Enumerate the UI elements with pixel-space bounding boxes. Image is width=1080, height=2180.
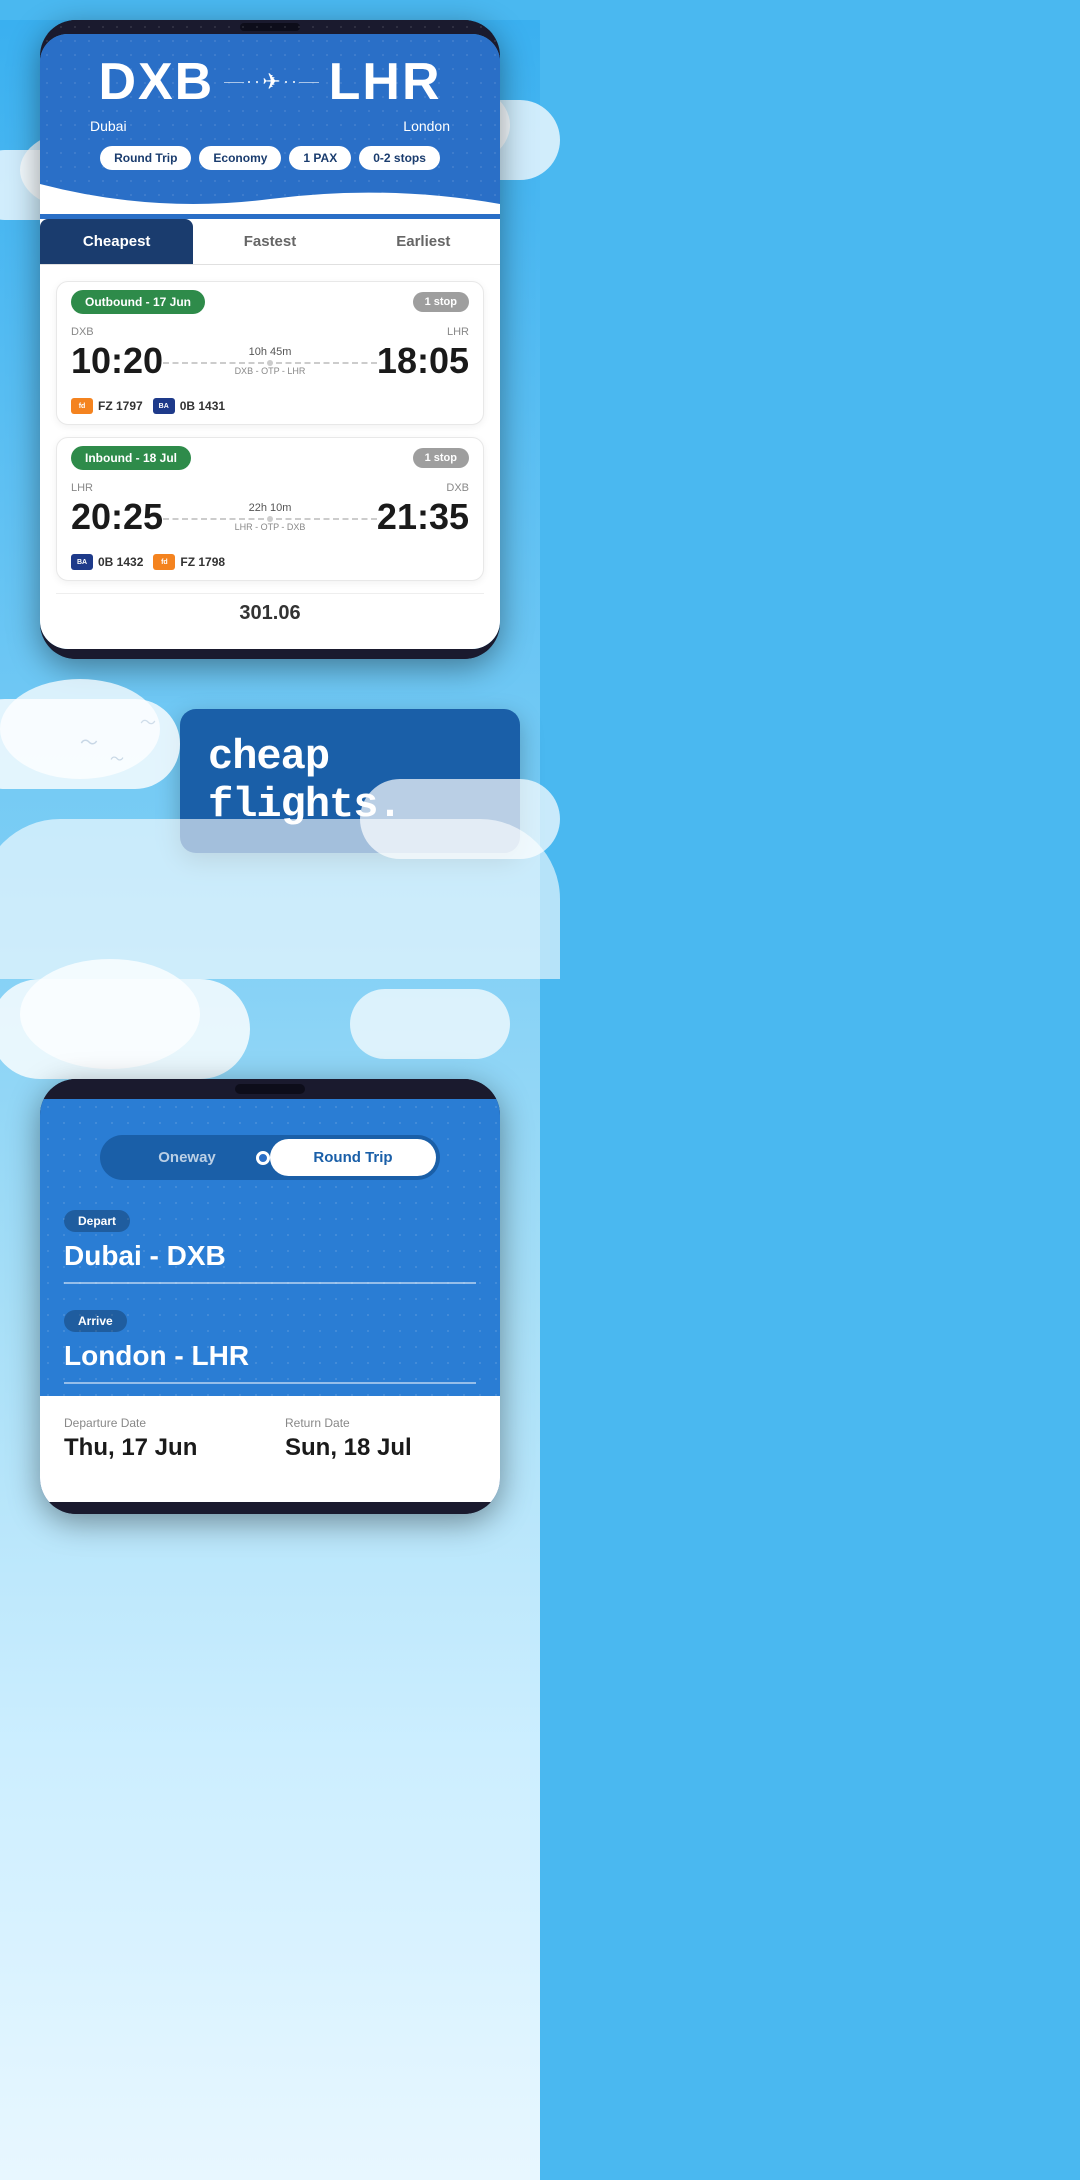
pax-pill[interactable]: 1 PAX — [289, 146, 351, 170]
outbound-flight-row: DXB LHR 10:20 10h 45m — [57, 322, 483, 392]
outbound-times: 10:20 10h 45m DXB - OTP - LHR 18: — [71, 340, 469, 382]
from-airport-code: DXB — [98, 52, 214, 112]
inbound-header: Inbound - 18 Jul 1 stop — [57, 438, 483, 478]
outbound-flight-1: FZ 1797 — [98, 399, 143, 413]
phone2-content: Oneway Round Trip Depart Dubai - DXB Arr… — [40, 1099, 500, 1502]
inbound-times: 20:25 22h 10m LHR - OTP - DXB 21: — [71, 496, 469, 538]
stops-pill[interactable]: 0-2 stops — [359, 146, 440, 170]
city-names-row: Dubai London — [60, 118, 480, 134]
dates-section: Departure Date Thu, 17 Jun Return Date S… — [40, 1396, 500, 1482]
toggle-oneway[interactable]: Oneway — [104, 1139, 270, 1176]
inbound-flight-2: FZ 1798 — [180, 555, 225, 569]
inbound-duration: 22h 10m — [163, 502, 377, 514]
tab-fastest[interactable]: Fastest — [193, 219, 346, 264]
inbound-from: LHR — [71, 482, 93, 494]
inbound-stops: 1 stop — [413, 448, 469, 468]
depart-label: Depart — [64, 1210, 130, 1232]
outbound-card: Outbound - 17 Jun 1 stop DXB LHR 10:20 1… — [56, 281, 484, 425]
arrive-section: Arrive London - LHR — [40, 1296, 500, 1396]
departure-date-label: Departure Date — [64, 1416, 255, 1430]
outbound-from: DXB — [71, 326, 94, 338]
arrive-city[interactable]: London - LHR — [64, 1340, 476, 1384]
outbound-airlines: fd FZ 1797 BA 0B 1431 — [57, 392, 483, 424]
outbound-airline-2: BA 0B 1431 — [153, 398, 225, 414]
price-value: 301.06 — [239, 602, 300, 624]
inbound-airline-2: fd FZ 1798 — [153, 554, 225, 570]
inbound-duration-block: 22h 10m LHR - OTP - DXB — [163, 502, 377, 532]
departure-date-col: Departure Date Thu, 17 Jun — [64, 1416, 255, 1462]
trip-type-pill[interactable]: Round Trip — [100, 146, 191, 170]
from-city: Dubai — [90, 118, 127, 134]
outbound-to: LHR — [447, 326, 469, 338]
inbound-arrive-time: 21:35 — [377, 496, 469, 538]
outbound-stops: 1 stop — [413, 292, 469, 312]
outbound-route-via: DXB - OTP - LHR — [163, 366, 377, 376]
arrive-label: Arrive — [64, 1310, 127, 1332]
outbound-depart-time: 10:20 — [71, 340, 163, 382]
outbound-header: Outbound - 17 Jun 1 stop — [57, 282, 483, 322]
cloud-sep-3 — [350, 989, 510, 1059]
phone1-header: DXB ✈ LHR Dubai London — [40, 34, 500, 184]
phone2-inner: Oneway Round Trip Depart Dubai - DXB Arr… — [40, 1099, 500, 1502]
blueair-logo-2: BA — [71, 554, 93, 570]
phone-frame-1: DXB ✈ LHR Dubai London — [40, 20, 500, 659]
phone2-bottom-edge — [40, 1502, 500, 1514]
inbound-route-via: LHR - OTP - DXB — [163, 522, 377, 532]
wave-svg — [40, 184, 500, 214]
phone1-inner: DXB ✈ LHR Dubai London — [40, 34, 500, 649]
inbound-to: DXB — [446, 482, 469, 494]
return-date-col: Return Date Sun, 18 Jul — [285, 1416, 476, 1462]
inbound-label: Inbound - 18 Jul — [71, 446, 191, 470]
inbound-flight-row: LHR DXB 20:25 22h 10m — [57, 478, 483, 548]
blueair-logo: BA — [153, 398, 175, 414]
flights-content: Outbound - 17 Jun 1 stop DXB LHR 10:20 1… — [40, 265, 500, 649]
phone-frame-2: Oneway Round Trip Depart Dubai - DXB Arr… — [40, 1079, 500, 1514]
bird-3: 〜 — [140, 709, 156, 733]
outbound-duration: 10h 45m — [163, 346, 377, 358]
bird-2: 〜 — [110, 749, 124, 769]
promo-area: 〜 〜 〜 cheap flights. — [0, 659, 540, 979]
inbound-flight-1: 0B 1432 — [98, 555, 143, 569]
outbound-airline-1: fd FZ 1797 — [71, 398, 143, 414]
plane-line: ✈ — [224, 69, 318, 95]
plane-icon: ✈ — [262, 69, 280, 95]
toggle-dot — [256, 1151, 270, 1165]
price-preview: 301.06 — [56, 593, 484, 633]
inbound-card: Inbound - 18 Jul 1 stop LHR DXB 20:25 22… — [56, 437, 484, 581]
toggle-roundtrip[interactable]: Round Trip — [270, 1139, 436, 1176]
trip-type-toggle: Oneway Round Trip — [100, 1135, 440, 1180]
inbound-airports: LHR DXB — [71, 482, 469, 494]
filter-pills: Round Trip Economy 1 PAX 0-2 stops — [60, 146, 480, 184]
return-date-value[interactable]: Sun, 18 Jul — [285, 1434, 476, 1462]
depart-section: Depart Dubai - DXB — [40, 1196, 500, 1296]
toggle-container: Oneway Round Trip — [40, 1099, 500, 1180]
tab-earliest[interactable]: Earliest — [347, 219, 500, 264]
flydubai-logo: fd — [71, 398, 93, 414]
inbound-airlines: BA 0B 1432 fd FZ 1798 — [57, 548, 483, 580]
outbound-label: Outbound - 17 Jun — [71, 290, 205, 314]
bottom-spacer — [0, 1514, 540, 1574]
cloud-bottom-large — [0, 819, 560, 979]
to-city: London — [403, 118, 450, 134]
departure-date-value[interactable]: Thu, 17 Jun — [64, 1434, 255, 1462]
inbound-depart-time: 20:25 — [71, 496, 163, 538]
phone2-bottom-padding — [40, 1482, 500, 1502]
outbound-arrive-time: 18:05 — [377, 340, 469, 382]
tab-bar: Cheapest Fastest Earliest — [40, 219, 500, 265]
inbound-airline-1: BA 0B 1432 — [71, 554, 143, 570]
depart-city[interactable]: Dubai - DXB — [64, 1240, 476, 1284]
sky-background: DXB ✈ LHR Dubai London — [0, 20, 540, 2180]
bird-1: 〜 — [80, 729, 98, 755]
outbound-airports: DXB LHR — [71, 326, 469, 338]
cloud-separator — [0, 979, 540, 1059]
route-row: DXB ✈ LHR — [60, 52, 480, 112]
to-airport-code: LHR — [329, 52, 442, 112]
cloud-sep-2 — [20, 959, 200, 1069]
flydubai-logo-2: fd — [153, 554, 175, 570]
return-date-label: Return Date — [285, 1416, 476, 1430]
cabin-pill[interactable]: Economy — [199, 146, 281, 170]
outbound-duration-block: 10h 45m DXB - OTP - LHR — [163, 346, 377, 376]
outbound-flight-2: 0B 1431 — [180, 399, 225, 413]
tab-cheapest[interactable]: Cheapest — [40, 219, 193, 264]
